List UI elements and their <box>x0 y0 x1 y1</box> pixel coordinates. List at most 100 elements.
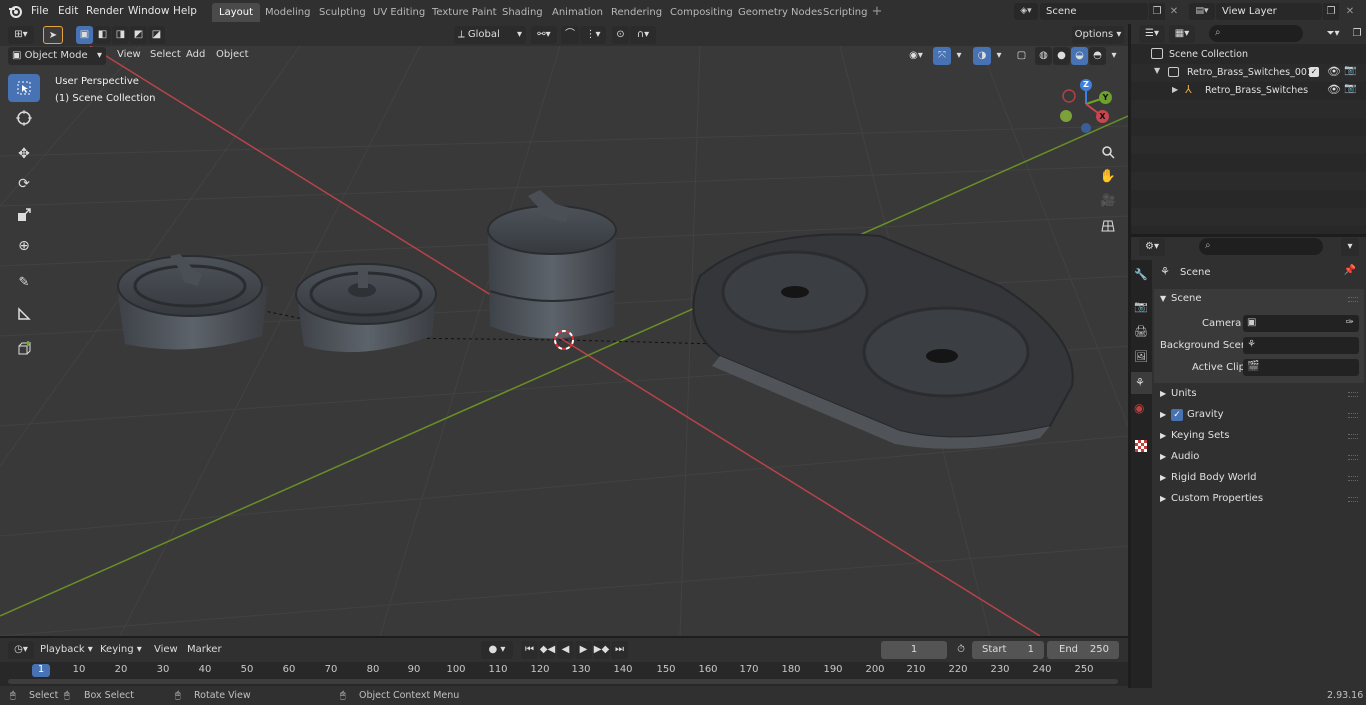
select-invert-icon[interactable]: ◩ <box>130 26 147 44</box>
expand-arrow-icon[interactable]: ▶ <box>1172 85 1178 94</box>
view-layer-field[interactable]: View Layer <box>1216 3 1322 20</box>
snap-toggle-icon[interactable]: ⌒ <box>561 26 579 44</box>
overlay-toggle-icon[interactable]: ◑ <box>973 47 991 65</box>
editor-type-icon[interactable]: ⊞▾ <box>8 26 34 44</box>
tab-animation[interactable]: Animation <box>545 3 610 22</box>
menu-window[interactable]: Window <box>125 0 172 22</box>
tool-tab-icon[interactable]: 🔧 <box>1134 268 1148 281</box>
texture-tab-icon[interactable] <box>1135 440 1147 452</box>
panel-keying-sets[interactable]: ▶ Keying Sets <box>1154 426 1364 446</box>
annotate-tool-icon[interactable]: ✎ <box>8 268 40 296</box>
measure-tool-icon[interactable] <box>8 300 40 328</box>
outliner-row-object[interactable]: ▶ ⅄ Retro_Brass_Switches 👁 📷 <box>1131 82 1366 100</box>
mode-dropdown[interactable]: ▣ Object Mode ▾ <box>8 47 106 65</box>
blender-logo-icon[interactable] <box>8 4 22 18</box>
gravity-checkbox[interactable]: ✓ <box>1171 409 1183 421</box>
select-extend-icon[interactable]: ◧ <box>94 26 111 44</box>
panel-gravity[interactable]: ▶ ✓ Gravity <box>1154 405 1364 425</box>
select-box-tool-icon[interactable] <box>8 74 40 102</box>
menu-render[interactable]: Render <box>83 0 126 22</box>
proportional-falloff-icon[interactable]: ∩▾ <box>630 26 656 44</box>
menu-file[interactable]: File <box>28 0 52 22</box>
gizmo-toggle-icon[interactable]: ⤧ <box>933 47 951 65</box>
chevron-down-icon[interactable]: ▾ <box>1341 238 1359 256</box>
gizmo-x-label[interactable]: X <box>1096 110 1109 123</box>
3d-viewport[interactable]: ▣ Object Mode ▾ View Select Add Object ◉▾… <box>0 46 1128 636</box>
panel-units[interactable]: ▶ Units <box>1154 384 1364 404</box>
gizmo-z-label[interactable]: Z <box>1080 79 1092 91</box>
output-tab-icon[interactable]: 🖨 <box>1134 325 1148 338</box>
perspective-grid-icon[interactable] <box>1097 215 1119 237</box>
snap-target-icon[interactable]: ⋮▾ <box>580 26 606 44</box>
eye-icon[interactable]: 👁 <box>1327 65 1341 78</box>
rotate-tool-icon[interactable]: ⟳ <box>8 170 40 198</box>
viewport-menu-object[interactable]: Object <box>216 46 249 64</box>
panel-scene-header[interactable]: ▼ Scene <box>1154 289 1364 309</box>
chevron-down-icon[interactable]: ▾ <box>992 47 1006 65</box>
options-dropdown[interactable]: Options ▾ <box>1072 26 1124 44</box>
move-tool-icon[interactable]: ✥ <box>8 140 40 168</box>
new-view-layer-icon[interactable]: ❐ <box>1323 3 1339 20</box>
new-collection-icon[interactable]: ❐ <box>1349 25 1365 43</box>
panel-rigid-body-world[interactable]: ▶ Rigid Body World <box>1154 468 1364 488</box>
cursor-tool-icon[interactable] <box>8 104 40 132</box>
add-workspace-icon[interactable]: + <box>870 5 884 19</box>
close-scene-icon[interactable]: ✕ <box>1166 3 1182 20</box>
proportional-edit-icon[interactable]: ⊙ <box>612 26 629 44</box>
properties-editor-type-icon[interactable]: ⚙▾ <box>1139 238 1165 256</box>
new-scene-icon[interactable]: ❐ <box>1149 3 1165 20</box>
switch-object-1[interactable] <box>117 254 268 350</box>
eyedropper-icon[interactable]: ✑ <box>1346 317 1354 328</box>
panel-audio[interactable]: ▶ Audio <box>1154 447 1364 467</box>
viewport-menu-view[interactable]: View <box>117 46 141 64</box>
visibility-icon[interactable]: ◉▾ <box>903 47 929 65</box>
properties-search-input[interactable]: ⌕ <box>1199 238 1323 255</box>
viewport-menu-select[interactable]: Select <box>150 46 181 64</box>
outliner-row-collection[interactable]: ▼ Retro_Brass_Switches_001 ✓ 👁 📷 <box>1131 64 1366 82</box>
viewport-menu-add[interactable]: Add <box>186 46 205 64</box>
view-layer-selector-icon[interactable]: ▤▾ <box>1189 3 1215 20</box>
menu-edit[interactable]: Edit <box>55 0 81 22</box>
close-view-layer-icon[interactable]: ✕ <box>1342 3 1358 20</box>
tab-layout[interactable]: Layout <box>212 3 260 22</box>
camera-view-icon[interactable]: 🎥 <box>1097 189 1119 211</box>
tab-texture-paint[interactable]: Texture Paint <box>425 3 504 22</box>
outliner-editor-type-icon[interactable]: ☰▾ <box>1139 25 1165 43</box>
tab-sculpting[interactable]: Sculpting <box>312 3 373 22</box>
menu-help[interactable]: Help <box>170 0 200 22</box>
timeline-scrollbar[interactable] <box>8 679 1118 684</box>
select-intersect-icon[interactable]: ◪ <box>148 26 165 44</box>
background-scene-field[interactable]: ⚘ <box>1243 337 1359 354</box>
chevron-down-icon[interactable]: ▾ <box>952 47 966 65</box>
scene-name-field[interactable]: Scene <box>1040 3 1148 20</box>
switch-object-3[interactable] <box>487 190 617 339</box>
filter-icon[interactable]: ⏷▾ <box>1319 25 1347 43</box>
scene-selector-icon[interactable]: ◈▾ <box>1014 3 1038 20</box>
zoom-icon[interactable] <box>1097 141 1119 163</box>
tab-shading[interactable]: Shading <box>495 3 550 22</box>
pivot-point-icon[interactable]: ⚯▾ <box>531 26 557 44</box>
shading-wireframe-icon[interactable]: ◍ <box>1035 47 1052 65</box>
select-new-icon[interactable]: ▣ <box>76 26 93 44</box>
eye-icon[interactable]: 👁 <box>1327 83 1341 96</box>
tab-compositing[interactable]: Compositing <box>663 3 740 22</box>
add-cube-tool-icon[interactable] <box>8 335 40 363</box>
gizmo-y-label[interactable]: Y <box>1099 91 1112 104</box>
switch-object-2[interactable] <box>295 263 437 353</box>
tab-modeling[interactable]: Modeling <box>258 3 318 22</box>
shading-rendered-icon[interactable]: ◓ <box>1089 47 1106 65</box>
shading-material-icon[interactable]: ◒ <box>1071 47 1088 65</box>
pin-icon[interactable]: 📌 <box>1344 265 1356 276</box>
pan-hand-icon[interactable]: ✋ <box>1097 165 1119 187</box>
scene-tab-icon[interactable]: ⚘ <box>1131 372 1152 394</box>
active-clip-field[interactable]: 🎬 <box>1243 359 1359 376</box>
camera-field[interactable]: ▣ ✑ <box>1243 315 1359 332</box>
chevron-down-icon[interactable]: ▾ <box>1107 47 1121 65</box>
camera-render-icon[interactable]: 📷 <box>1344 65 1356 76</box>
render-tab-icon[interactable]: 📷 <box>1134 300 1148 313</box>
select-tool-icon[interactable]: ➤ <box>43 26 63 44</box>
scale-tool-icon[interactable] <box>8 201 40 229</box>
exclude-checkbox-icon[interactable]: ✓ <box>1309 67 1319 77</box>
tab-uv-editing[interactable]: UV Editing <box>366 3 432 22</box>
navigation-gizmo[interactable] <box>1060 86 1105 133</box>
